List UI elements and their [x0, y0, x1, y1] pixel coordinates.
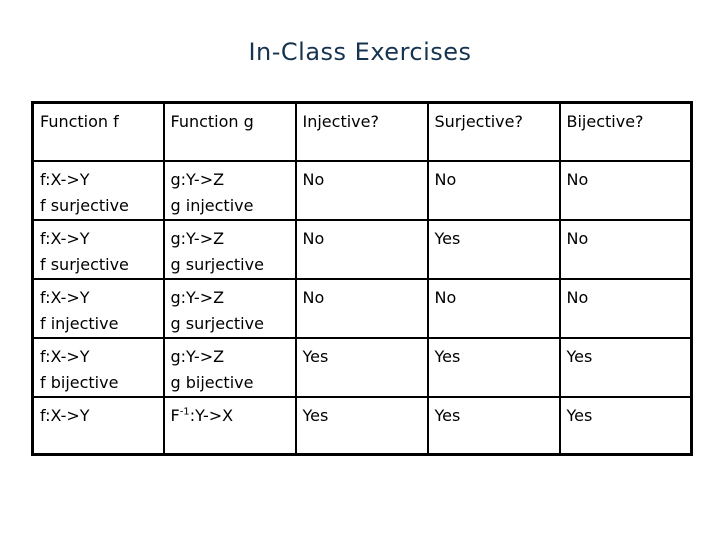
cell-function-g-inverse: F-1:Y->X [162, 395, 297, 456]
header-bijective: Bijective? [558, 101, 693, 162]
header-function-f: Function f [31, 101, 165, 162]
header-surjective: Surjective? [426, 101, 561, 162]
table-row: f:X->Y f surjective g:Y->Z g injective N… [31, 159, 693, 221]
cell-function-f: f:X->Y [31, 395, 165, 456]
page-title: In-Class Exercises [248, 38, 472, 66]
header-injective: Injective? [294, 101, 429, 162]
exercise-table: Function f Function g Injective? Surject… [31, 101, 693, 456]
table-row: f:X->Y f injective g:Y->Z g surjective N… [31, 277, 693, 339]
table-row: f:X->Y F-1:Y->X Yes Yes Yes [31, 395, 693, 456]
function-f-definition: f:X->Y [40, 228, 90, 248]
cell-surjective: No [426, 277, 561, 339]
header-function-g: Function g [162, 101, 297, 162]
function-g-definition: g:Y->Z [170, 287, 225, 307]
inverse-mapping: :Y->X [189, 405, 234, 425]
cell-surjective: Yes [426, 395, 561, 456]
function-g-definition: g:Y->Z [170, 169, 225, 189]
cell-injective: No [294, 277, 429, 339]
function-f-property: f injective [40, 313, 119, 333]
table-header-row: Function f Function g Injective? Surject… [31, 101, 693, 162]
inverse-base: F [170, 405, 180, 425]
function-f-property: f surjective [40, 195, 129, 215]
cell-surjective: Yes [426, 218, 561, 280]
cell-injective: Yes [294, 395, 429, 456]
function-g-definition: g:Y->Z [170, 346, 225, 366]
cell-bijective: Yes [558, 395, 693, 456]
cell-bijective: No [558, 277, 693, 339]
inverse-exponent: -1 [179, 406, 190, 418]
function-f-property: f bijective [40, 372, 119, 392]
function-f-definition: f:X->Y [40, 405, 90, 425]
cell-injective: No [294, 159, 429, 221]
cell-function-g: g:Y->Z g surjective [162, 218, 297, 280]
cell-function-f: f:X->Y f surjective [31, 218, 165, 280]
cell-function-f: f:X->Y f surjective [31, 159, 165, 221]
cell-surjective: No [426, 159, 561, 221]
function-f-definition: f:X->Y [40, 346, 90, 366]
table-row: f:X->Y f surjective g:Y->Z g surjective … [31, 218, 693, 280]
cell-function-g: g:Y->Z g injective [162, 159, 297, 221]
cell-injective: No [294, 218, 429, 280]
cell-function-g: g:Y->Z g bijective [162, 336, 297, 398]
function-g-definition: g:Y->Z [170, 228, 225, 248]
cell-function-f: f:X->Y f injective [31, 277, 165, 339]
function-g-property: g injective [170, 195, 254, 215]
table-row: f:X->Y f bijective g:Y->Z g bijective Ye… [31, 336, 693, 398]
function-f-definition: f:X->Y [40, 169, 90, 189]
function-g-property: g surjective [170, 313, 264, 333]
function-g-property: g surjective [170, 254, 264, 274]
cell-function-g: g:Y->Z g surjective [162, 277, 297, 339]
inverse-function-definition: F-1:Y->X [171, 403, 289, 429]
function-g-property: g bijective [170, 372, 254, 392]
cell-surjective: Yes [426, 336, 561, 398]
function-f-property: f surjective [40, 254, 129, 274]
cell-injective: Yes [294, 336, 429, 398]
cell-bijective: No [558, 159, 693, 221]
cell-function-f: f:X->Y f bijective [31, 336, 165, 398]
cell-bijective: Yes [558, 336, 693, 398]
cell-bijective: No [558, 218, 693, 280]
function-f-definition: f:X->Y [40, 287, 90, 307]
